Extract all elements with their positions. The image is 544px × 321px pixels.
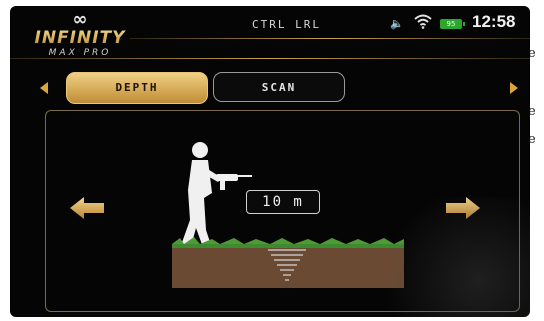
tab-depth[interactable]: DEPTH (66, 72, 208, 104)
logo: ∞ INFINITY MAX PRO (24, 9, 136, 62)
logo-model: MAX PRO (48, 48, 112, 58)
tab-prev-icon[interactable] (40, 82, 48, 94)
header-bottom-line (10, 58, 530, 59)
clock: 12:58 (472, 12, 516, 31)
battery-icon: 95 (440, 19, 465, 29)
device-screen: ∞ INFINITY MAX PRO CTRL LRL 🔈 95 12:58 D… (10, 6, 530, 317)
speaker-icon: 🔈 (390, 17, 404, 30)
logo-symbol: ∞ (72, 9, 88, 30)
tab-next-icon[interactable] (510, 82, 518, 94)
tab-scan[interactable]: SCAN (213, 72, 345, 102)
header-divider (130, 38, 530, 39)
wifi-icon (414, 14, 432, 29)
side-text-1: e (528, 46, 536, 61)
ground-layer-icon (172, 237, 404, 288)
side-text-3: e (528, 132, 536, 147)
right-arrow-icon[interactable] (444, 196, 480, 220)
mode-title: CTRL LRL (252, 18, 321, 31)
logo-brand: INFINITY (24, 28, 136, 48)
left-arrow-icon[interactable] (70, 196, 106, 220)
depth-readout: 10 m (246, 190, 320, 214)
side-text-2: e (528, 104, 536, 119)
person-detector-icon (180, 142, 252, 250)
